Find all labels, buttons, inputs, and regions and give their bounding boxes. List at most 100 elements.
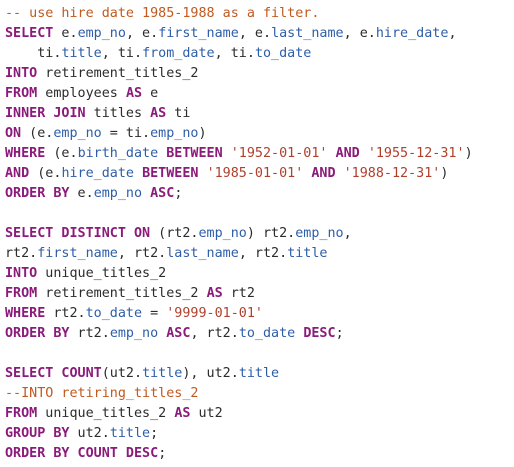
code-line[interactable]: ORDER BY rt2.emp_no ASC, rt2.to_date DES…	[5, 324, 514, 344]
code-token-txt: , e.	[238, 26, 272, 41]
code-line[interactable]: --INTO retiring_titles_2	[5, 384, 514, 404]
code-token-col: last_name	[271, 26, 344, 41]
code-token-txt: )	[198, 126, 207, 141]
code-token-txt: ut2	[190, 406, 223, 421]
code-line[interactable]: SELECT DISTINCT ON (rt2.emp_no) rt2.emp_…	[5, 224, 514, 244]
code-token-txt: ) rt2.	[246, 226, 296, 241]
code-token-kw: ORDER BY COUNT DESC	[5, 446, 159, 461]
code-token-kw: SELECT DISTINCT ON	[5, 226, 151, 241]
code-token-kw: FROM	[5, 286, 38, 301]
code-token-cmt: -- use hire date 1985-1988 as a filter.	[5, 6, 320, 21]
code-token-str: '9999-01-01'	[166, 306, 263, 321]
code-line[interactable]: FROM retirement_titles_2 AS rt2	[5, 284, 514, 304]
code-token-col: first_name	[158, 26, 239, 41]
code-token-kw: AS	[206, 286, 223, 301]
code-line[interactable]: FROM unique_titles_2 AS ut2	[5, 404, 514, 424]
code-token-txt: unique_titles_2	[37, 266, 167, 281]
code-token-kw: AND	[335, 146, 360, 161]
code-token-txt: ut2.	[69, 426, 110, 441]
code-token-txt: = ti.	[101, 126, 151, 141]
code-token-txt: ), ut2.	[182, 366, 239, 381]
code-token-txt: ;	[158, 446, 167, 461]
code-token-str: '1988-12-31'	[343, 166, 441, 181]
code-token-txt: ti	[166, 106, 191, 121]
code-token-txt: ;	[150, 426, 159, 441]
code-token-txt: (e.	[21, 126, 54, 141]
code-token-col: title	[238, 366, 280, 381]
code-token-txt: )	[464, 146, 473, 161]
code-token-kw: WHERE	[5, 306, 46, 321]
code-line[interactable]: SELECT e.emp_no, e.first_name, e.last_na…	[5, 24, 514, 44]
code-token-col: emp_no	[77, 26, 126, 41]
code-token-kw: SELECT COUNT	[5, 366, 102, 381]
code-token-txt: rt2	[222, 286, 255, 301]
code-token-str: '1985-01-01'	[206, 166, 304, 181]
code-line[interactable]: WHERE (e.birth_date BETWEEN '1952-01-01'…	[5, 144, 514, 164]
code-token-col: first_name	[37, 246, 118, 261]
code-token-col: title	[287, 246, 328, 261]
code-token-txt: employees	[37, 86, 126, 101]
code-token-kw: AND	[5, 166, 30, 181]
code-token-txt: , ti.	[214, 46, 255, 61]
code-token-col: emp_no	[53, 126, 102, 141]
code-token-col: emp_no	[198, 226, 247, 241]
code-token-txt: rt2.	[69, 326, 110, 341]
code-line[interactable]: WHERE rt2.to_date = '9999-01-01'	[5, 304, 514, 324]
code-token-kw: GROUP BY	[5, 426, 70, 441]
code-line[interactable]: ON (e.emp_no = ti.emp_no)	[5, 124, 514, 144]
code-line[interactable]: SELECT COUNT(ut2.title), ut2.title	[5, 364, 514, 384]
code-token-txt: , e.	[343, 26, 376, 41]
code-line[interactable]: ORDER BY COUNT DESC;	[5, 444, 514, 464]
code-line[interactable]: -- use hire date 1985-1988 as a filter.	[5, 4, 514, 24]
code-token-col: title	[109, 426, 151, 441]
code-token-txt: ;	[335, 326, 344, 341]
code-line[interactable]	[5, 344, 514, 364]
code-token-col: title	[142, 366, 183, 381]
code-token-txt: ti.	[5, 46, 62, 61]
code-token-kw: BETWEEN	[142, 166, 199, 181]
code-token-txt: e.	[69, 186, 94, 201]
code-token-col: to_date	[254, 46, 312, 61]
code-token-kw: FROM	[5, 86, 38, 101]
code-token-kw: WHERE	[5, 146, 46, 161]
code-token-txt: , rt2.	[190, 326, 239, 341]
code-token-kw: SELECT	[5, 26, 54, 41]
code-token-kw: INNER JOIN	[5, 106, 86, 121]
code-token-txt: e	[142, 86, 159, 101]
code-token-kw: ASC	[150, 186, 175, 201]
code-line[interactable]: INTO retirement_titles_2	[5, 64, 514, 84]
sql-code-editor[interactable]: -- use hire date 1985-1988 as a filter. S…	[0, 0, 514, 467]
code-token-kw: AS	[174, 406, 191, 421]
code-line[interactable]: rt2.first_name, rt2.last_name, rt2.title	[5, 244, 514, 264]
code-token-txt: (ut2.	[101, 366, 143, 381]
code-line[interactable]: FROM employees AS e	[5, 84, 514, 104]
code-token-txt: , e.	[125, 26, 159, 41]
code-token-txt: retirement_titles_2	[37, 66, 199, 81]
code-token-kw: INTO	[5, 266, 38, 281]
code-token-col: emp_no	[93, 186, 143, 201]
code-token-kw: DESC	[303, 326, 336, 341]
code-token-col: birth_date	[77, 146, 159, 161]
code-token-col: from_date	[142, 46, 215, 61]
code-token-txt: rt2.	[5, 246, 38, 261]
code-token-col: title	[61, 46, 102, 61]
code-line[interactable]	[5, 204, 514, 224]
code-token-txt: e.	[53, 26, 78, 41]
code-token-col: to_date	[85, 306, 143, 321]
code-token-txt: (rt2.	[150, 226, 199, 241]
code-token-col: emp_no	[150, 126, 199, 141]
code-token-kw: ASC	[166, 326, 191, 341]
code-token-txt: =	[142, 306, 167, 321]
code-line[interactable]: INNER JOIN titles AS ti	[5, 104, 514, 124]
code-line[interactable]: INTO unique_titles_2	[5, 264, 514, 284]
code-line[interactable]: ti.title, ti.from_date, ti.to_date	[5, 44, 514, 64]
code-line[interactable]: AND (e.hire_date BETWEEN '1985-01-01' AN…	[5, 164, 514, 184]
code-line[interactable]: GROUP BY ut2.title;	[5, 424, 514, 444]
code-token-txt: unique_titles_2	[37, 406, 175, 421]
code-line[interactable]: ORDER BY e.emp_no ASC;	[5, 184, 514, 204]
